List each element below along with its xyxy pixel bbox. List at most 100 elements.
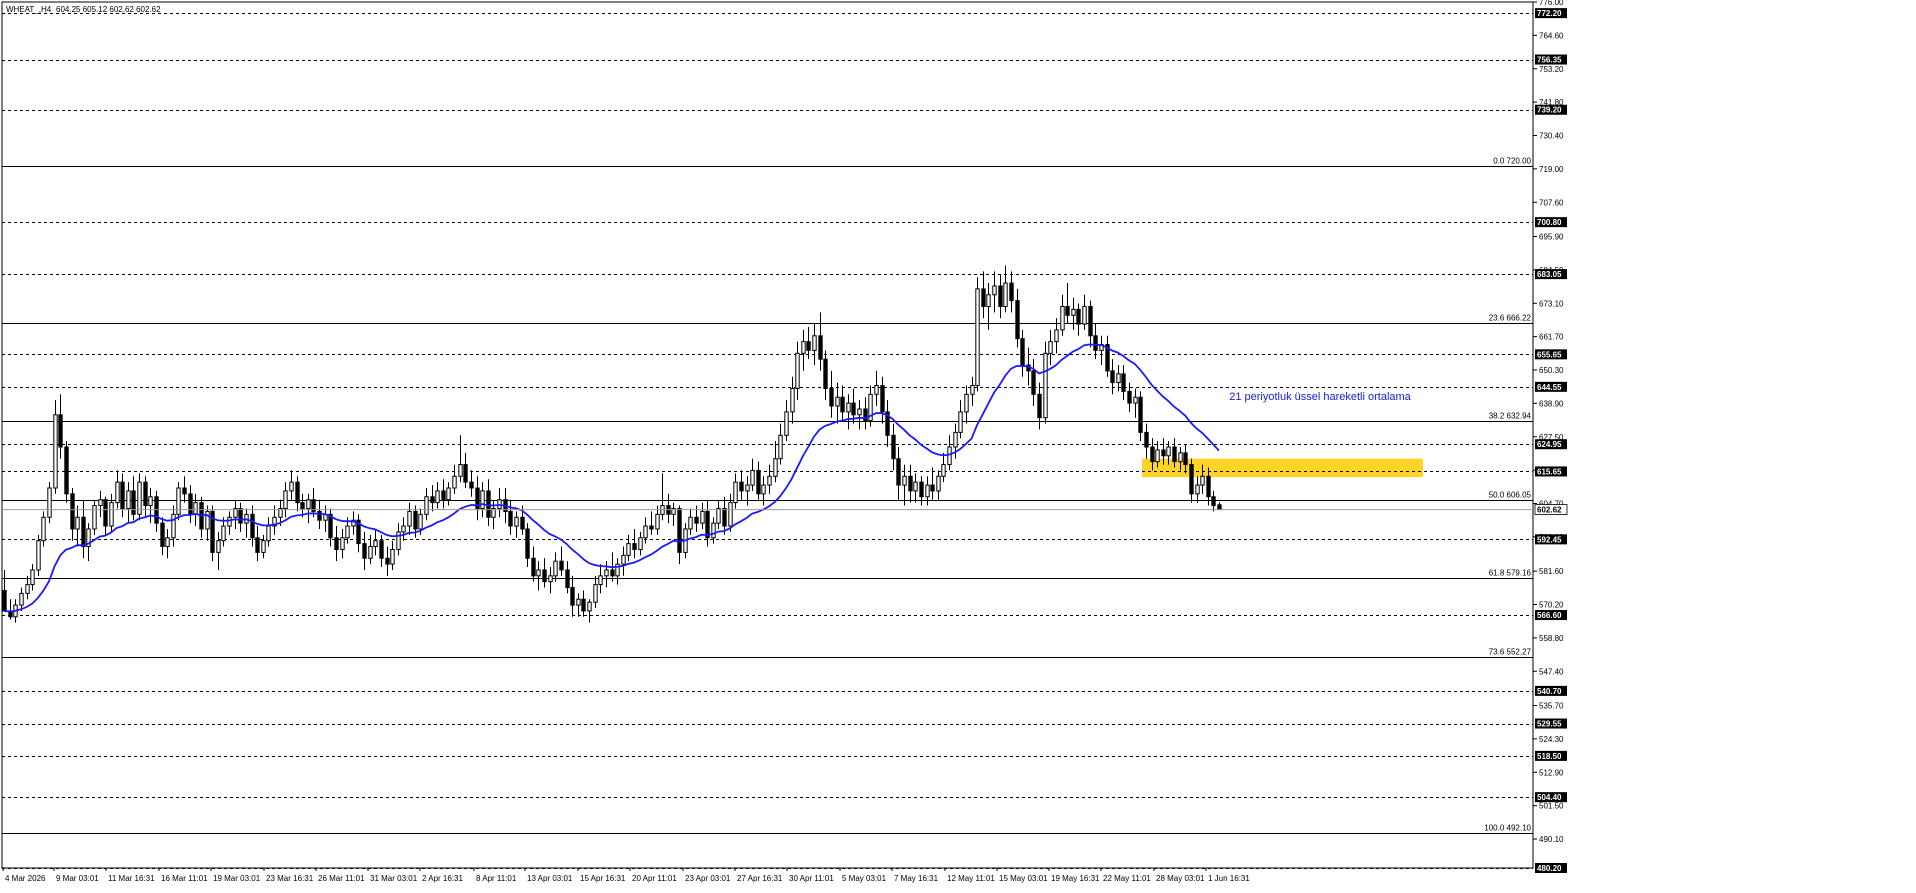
y-tick-label: 673.10 — [1539, 299, 1564, 308]
candle-bear — [851, 402, 856, 416]
candle-bear — [565, 569, 570, 589]
candle-bear — [1211, 496, 1216, 507]
candle-bear — [610, 569, 615, 577]
candle-bear — [756, 469, 761, 495]
candle-bear — [120, 481, 125, 509]
candle-bear — [463, 464, 468, 483]
candle-bear — [823, 358, 828, 389]
fib-label: 50.0 606.05 — [1489, 491, 1532, 500]
candle-bull — [401, 525, 406, 533]
candle-bull — [1178, 452, 1183, 463]
candle-bear — [1183, 452, 1188, 466]
candle-bear — [840, 396, 845, 413]
candle-bull — [171, 513, 176, 539]
candle-bear — [632, 543, 637, 550]
chart-ohlc: 604.25 605.12 602.62 602.62 — [56, 5, 161, 14]
candle-bull — [266, 525, 271, 542]
candle-bear — [238, 507, 243, 524]
candle-bull — [812, 335, 817, 351]
candle-bear — [255, 537, 260, 553]
candle-bear — [1065, 305, 1070, 316]
fib-label: 23.6 666.22 — [1489, 314, 1532, 323]
level-price-label: 615.65 — [1537, 467, 1562, 476]
candle-bull — [36, 540, 41, 571]
y-tick-label: 558.80 — [1539, 634, 1564, 643]
candle-bull — [424, 496, 429, 515]
candle-bull — [536, 569, 541, 577]
candle-bear — [581, 598, 586, 612]
candle-bull — [1200, 475, 1205, 486]
candle-bull — [1195, 484, 1200, 495]
candle-bull — [958, 411, 963, 433]
level-price-label: 480.20 — [1537, 864, 1562, 873]
candle-bull — [638, 537, 643, 550]
x-tick-label: 9 Mar 03:01 — [56, 874, 99, 883]
level-price-label: 772.20 — [1537, 9, 1562, 18]
candle-bull — [115, 481, 120, 504]
candle-bear — [818, 335, 823, 360]
candle-bear — [1144, 431, 1149, 448]
candle-bear — [469, 481, 474, 489]
candle-bull — [790, 387, 795, 413]
candle-bear — [441, 490, 446, 501]
level-price-label: 683.05 — [1537, 270, 1562, 279]
candle-bull — [345, 525, 350, 539]
candle-bull — [221, 525, 226, 542]
candle-bull — [193, 502, 198, 515]
fib-label: 38.2 632.94 — [1489, 412, 1532, 421]
y-tick-label: 638.90 — [1539, 399, 1564, 408]
y-tick-label: 764.60 — [1539, 31, 1564, 40]
candle-bull — [92, 505, 97, 530]
candle-bull — [340, 537, 345, 550]
candle-bull — [368, 546, 373, 559]
candle-bull — [913, 481, 918, 492]
candle-bear — [379, 540, 384, 559]
candle-bull — [1082, 305, 1087, 325]
y-tick-label: 776.00 — [1539, 0, 1564, 7]
chart-area[interactable]: 0.0 720.00 23.6 666.22 38.2 632.94 50.0 606… — [0, 0, 1916, 888]
x-tick-label: 30 Apr 11:01 — [789, 874, 834, 883]
candle-bull — [750, 469, 755, 486]
y-tick-label: 730.40 — [1539, 132, 1564, 141]
candle-bear — [143, 481, 148, 507]
chart-symbol: WHEAT_,H4 — [6, 5, 52, 14]
candle-bull — [306, 499, 311, 509]
candle-bear — [1189, 464, 1194, 495]
x-tick-label: 15 Apr 16:31 — [580, 874, 626, 883]
candle-bull — [1166, 446, 1171, 457]
candle-bear — [1161, 449, 1166, 457]
level-price-label: 644.55 — [1537, 383, 1562, 392]
y-tick-label: 501.50 — [1539, 802, 1564, 811]
x-tick-label: 26 Mar 11:01 — [318, 874, 365, 883]
candle-bull — [801, 341, 806, 354]
candle-bull — [514, 516, 519, 527]
candle-bull — [261, 540, 266, 553]
x-tick-label: 28 May 03:01 — [1156, 874, 1205, 883]
fib-label: 0.0 720.00 — [1493, 157, 1531, 166]
fib-label: 61.8 579.16 — [1489, 569, 1532, 578]
candle-bull — [1048, 341, 1053, 354]
candle-bull — [576, 598, 581, 606]
candle-bull — [25, 584, 30, 594]
candle-bull — [902, 475, 907, 486]
level-price-label: 624.95 — [1537, 440, 1562, 449]
candle-bull — [435, 490, 440, 504]
fib-label: 73.6 552.27 — [1489, 648, 1532, 657]
candle-bear — [486, 490, 491, 518]
candle-bull — [126, 490, 131, 509]
candle-bull — [947, 446, 952, 466]
candle-bull — [846, 402, 851, 413]
level-price-label: 540.70 — [1537, 687, 1562, 696]
price-chart[interactable]: 0.0 720.00 23.6 666.22 38.2 632.94 50.0 606… — [0, 0, 1916, 888]
candle-bear — [1088, 305, 1093, 337]
y-tick-label: 535.70 — [1539, 702, 1564, 711]
candle-bull — [19, 592, 24, 606]
candle-bear — [829, 387, 834, 407]
y-tick-label: 707.60 — [1539, 198, 1564, 207]
candle-bull — [733, 481, 738, 504]
plot-frame — [1, 1, 1534, 869]
x-tick-label: 31 Mar 03:01 — [370, 874, 418, 883]
candle-bear — [998, 285, 1003, 307]
candle-bull — [216, 540, 221, 553]
x-tick-label: 19 Mar 03:01 — [213, 874, 261, 883]
